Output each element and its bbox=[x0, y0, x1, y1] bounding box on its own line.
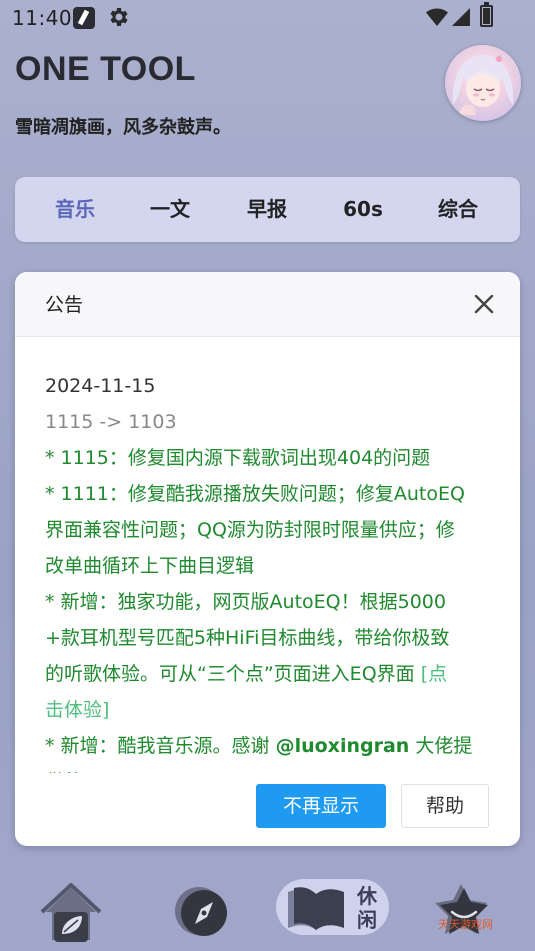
wifi-icon bbox=[426, 8, 448, 26]
book-icon[interactable] bbox=[284, 884, 350, 932]
changelog-text: 的听歌体验。可从“三个点”页面进入EQ界面 bbox=[45, 663, 421, 685]
nav-leisure-label: 休闲 bbox=[357, 884, 377, 932]
changelog-line: 供的API bbox=[45, 764, 500, 773]
try-it-link-continued[interactable]: 击体验] bbox=[45, 692, 500, 728]
changelog-line: 界面兼容性问题；QQ源为防封限时限量供应；修 bbox=[45, 519, 455, 541]
tab-article[interactable]: 一文 bbox=[130, 177, 210, 242]
announcement-version: 1115 -> 1103 bbox=[45, 411, 177, 433]
app-subtitle: 雪暗凋旗画，风多杂鼓声。 bbox=[15, 117, 231, 138]
changelog-line: 改单曲循环上下曲目逻辑 bbox=[45, 555, 255, 577]
anime-avatar-icon bbox=[452, 55, 514, 115]
app-pencil-icon bbox=[73, 7, 95, 29]
dialog-title: 公告 bbox=[45, 294, 84, 316]
gear-icon bbox=[110, 8, 128, 26]
tab-morning-report[interactable]: 早报 bbox=[227, 177, 307, 242]
announcement-content: 2024-11-15 1115 -> 1103 * 1115：修复国内源下载歌词… bbox=[45, 368, 500, 773]
changelog-line: * 新增：酷我音乐源。感谢 @luoxingran 大佬提 bbox=[45, 728, 500, 764]
app-title: ONE TOOL bbox=[15, 50, 196, 88]
battery-icon bbox=[480, 2, 493, 27]
watermark: 天天游戏网 bbox=[438, 918, 493, 931]
changelog-line: * 1111：修复酷我源播放失败问题；修复AutoEQ bbox=[45, 483, 465, 505]
changelog-line: * 新增：独家功能，网页版AutoEQ！根据5000 bbox=[45, 591, 446, 613]
dont-show-again-button[interactable]: 不再显示 bbox=[256, 784, 386, 828]
announcement-dialog: 公告 2024-11-15 1115 -> 1103 * 1115：修复国内源下… bbox=[15, 272, 520, 846]
close-icon[interactable] bbox=[471, 291, 497, 317]
status-bar: 11:40 bbox=[0, 0, 535, 36]
compass-icon[interactable] bbox=[173, 884, 233, 940]
changelog-line: * 1115：修复国内源下载歌词出现404的问题 bbox=[45, 447, 431, 469]
changelog-text: 大佬提 bbox=[409, 735, 473, 757]
tab-general[interactable]: 综合 bbox=[418, 177, 498, 242]
bottom-nav: 休闲 bbox=[0, 870, 535, 951]
tab-music[interactable]: 音乐 bbox=[35, 177, 115, 242]
category-tabs: 音乐 一文 早报 60s 综合 bbox=[15, 177, 520, 242]
changelog-line: 的听歌体验。可从“三个点”页面进入EQ界面 [点 bbox=[45, 656, 500, 692]
tab-60s[interactable]: 60s bbox=[323, 177, 403, 242]
dialog-header: 公告 bbox=[15, 272, 520, 337]
announcement-date: 2024-11-15 bbox=[45, 375, 156, 397]
home-icon[interactable] bbox=[40, 882, 102, 944]
try-it-link[interactable]: [点 bbox=[421, 663, 447, 685]
signal-icon bbox=[452, 8, 470, 26]
changelog-text: * 新增：酷我音乐源。感谢 bbox=[45, 735, 276, 757]
status-time: 11:40 bbox=[12, 6, 73, 30]
avatar[interactable] bbox=[445, 45, 521, 121]
user-mention[interactable]: @luoxingran bbox=[276, 735, 410, 757]
help-button[interactable]: 帮助 bbox=[401, 784, 489, 828]
changelog-line: +款耳机型号匹配5种HiFi目标曲线，带给你极致 bbox=[45, 627, 450, 649]
